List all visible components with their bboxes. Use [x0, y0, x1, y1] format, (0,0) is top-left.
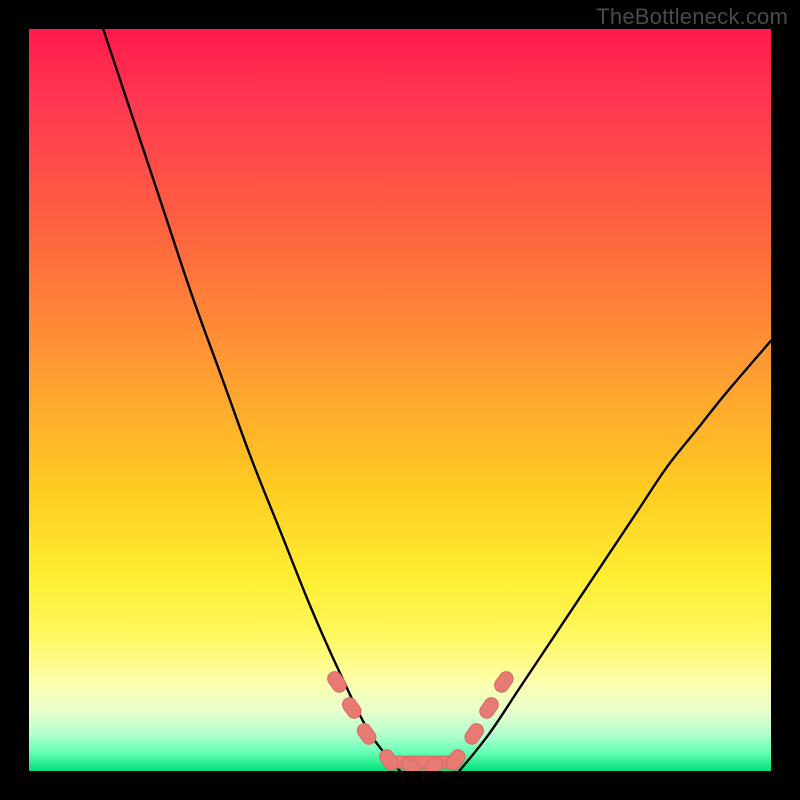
curve-left-branch [103, 29, 400, 771]
marker-point [325, 669, 349, 695]
marker-bottom-bar [389, 756, 456, 768]
curve-layer [29, 29, 771, 771]
outer-frame: TheBottleneck.com [0, 0, 800, 800]
marker-point [444, 747, 468, 771]
plot-area [29, 29, 771, 771]
marker-group [325, 669, 516, 771]
watermark-text: TheBottleneck.com [596, 4, 788, 30]
v-curve [103, 29, 771, 771]
marker-point [492, 669, 516, 695]
curve-right-branch [459, 341, 771, 771]
marker-point [377, 747, 401, 771]
marker-point [477, 695, 501, 721]
